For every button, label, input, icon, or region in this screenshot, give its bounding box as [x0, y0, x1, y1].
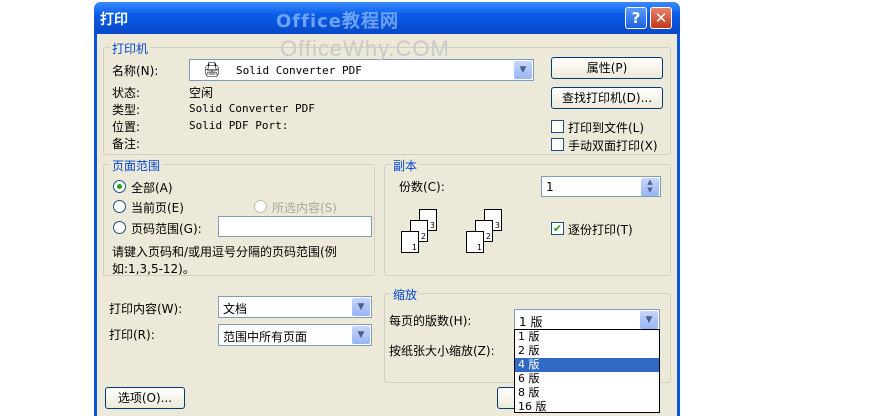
dropdown-option[interactable]: 16 版: [515, 400, 659, 414]
window-title: 打印: [100, 12, 128, 28]
scale-to-paper-label: 按纸张大小缩放(Z):: [389, 344, 495, 358]
printer-group-label: 打印机: [110, 40, 151, 57]
options-button[interactable]: 选项(O)...: [105, 387, 185, 409]
comment-label: 备注:: [112, 137, 141, 151]
dropdown-option-selected[interactable]: 4 版: [515, 358, 659, 372]
collate-label[interactable]: 逐份打印(T): [568, 221, 633, 238]
radio-current-page-label[interactable]: 当前页(E): [131, 199, 184, 216]
radio-pages-label[interactable]: 页码范围(G):: [131, 220, 202, 237]
type-value: Solid Converter PDF: [189, 102, 315, 115]
status-value: 空闲: [189, 86, 214, 100]
print-to-file-checkbox[interactable]: [551, 120, 564, 133]
printer-name-value: Solid Converter PDF: [236, 64, 362, 77]
pages-per-sheet-select[interactable]: 1 版 ▼: [514, 309, 660, 331]
page-range-label: 页面范围: [110, 157, 163, 174]
radio-selection-label[interactable]: 所选内容(S): [272, 199, 337, 216]
radio-pages[interactable]: [113, 221, 126, 234]
chevron-down-icon[interactable]: ▼: [514, 61, 532, 79]
type-label: 类型:: [112, 103, 141, 117]
manual-duplex-checkbox[interactable]: [551, 138, 564, 151]
chevron-down-icon[interactable]: ▼: [640, 311, 658, 329]
chevron-down-icon[interactable]: ▼: [352, 298, 370, 316]
page-range-hint-2: 如:1,3,5-12)。: [112, 262, 195, 276]
dropdown-option[interactable]: 8 版: [515, 386, 659, 400]
dropdown-option[interactable]: 6 版: [515, 372, 659, 386]
watermark-top: Office教程网: [276, 11, 400, 32]
radio-all-label[interactable]: 全部(A): [131, 179, 173, 196]
printer-name-select[interactable]: 🖨 Solid Converter PDF ▼: [189, 59, 534, 81]
title-bar[interactable]: 打印 Office教程网 ? ✕: [94, 2, 680, 34]
chevron-down-icon[interactable]: ▼: [352, 326, 370, 344]
dropdown-option[interactable]: 2 版: [515, 344, 659, 358]
spinner-arrows-icon[interactable]: ▲ ▼: [641, 178, 659, 196]
manual-duplex-label[interactable]: 手动双面打印(X): [568, 137, 658, 154]
page-range-hint-1: 请键入页码和/或用逗号分隔的页码范围(例: [112, 245, 337, 259]
zoom-label: 缩放: [391, 286, 420, 303]
print-what-select[interactable]: 文档 ▼: [218, 296, 372, 318]
print-what-label: 打印内容(W):: [109, 302, 183, 316]
pages-per-sheet-label: 每页的版数(H):: [389, 314, 472, 328]
radio-current-page[interactable]: [113, 200, 126, 213]
copies-spinner[interactable]: 1 ▲ ▼: [541, 176, 661, 197]
print-what-value: 文档: [223, 302, 248, 316]
status-label: 状态:: [112, 86, 141, 100]
copies-count-value: 1: [546, 180, 554, 194]
printer-icon: 🖨: [203, 62, 221, 78]
copies-count-label: 份数(C):: [399, 180, 445, 194]
print-value: 范围中所有页面: [223, 330, 308, 344]
copies-label: 副本: [391, 157, 420, 174]
printer-name-label: 名称(N):: [112, 64, 159, 78]
dropdown-option[interactable]: 1 版: [515, 330, 659, 344]
where-label: 位置:: [112, 120, 141, 134]
help-button[interactable]: ?: [625, 7, 647, 29]
find-printer-button[interactable]: 查找打印机(D)...: [551, 87, 663, 109]
properties-button[interactable]: 属性(P): [551, 57, 663, 79]
pages-per-sheet-value: 1 版: [519, 315, 543, 329]
close-button[interactable]: ✕: [650, 7, 672, 29]
print-label: 打印(R):: [109, 328, 155, 342]
collate-checkbox[interactable]: ✔: [551, 222, 564, 235]
print-to-file-label[interactable]: 打印到文件(L): [568, 119, 644, 136]
print-select[interactable]: 范围中所有页面 ▼: [218, 324, 372, 346]
pages-per-sheet-dropdown: 1 版 2 版 4 版 6 版 8 版 16 版: [514, 329, 660, 413]
watermark-bottom: OfficeWhy.COM: [280, 36, 450, 61]
where-value: Solid PDF Port:: [189, 119, 289, 132]
pages-input[interactable]: [218, 216, 372, 237]
radio-selection[interactable]: [254, 200, 267, 213]
radio-all[interactable]: [113, 180, 126, 193]
